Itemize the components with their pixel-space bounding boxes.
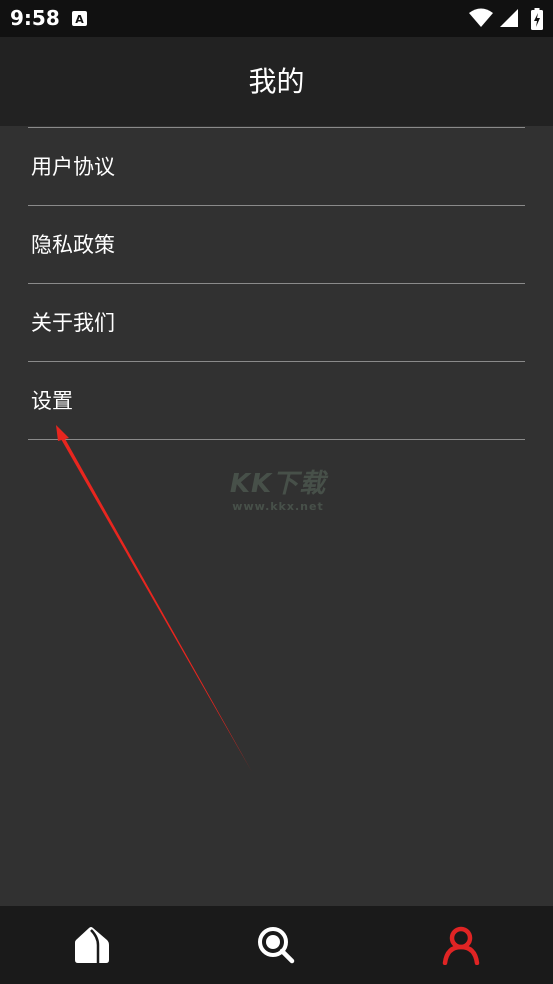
battery-charging-icon	[531, 8, 543, 30]
signal-icon	[500, 9, 518, 27]
app-bar: 我的	[0, 37, 553, 126]
watermark: KK下载 www.kkx.net	[218, 468, 338, 514]
wifi-icon	[469, 8, 493, 27]
menu-list: 用户协议 隐私政策 关于我们 设置	[28, 127, 525, 440]
notification-app-letter: A	[75, 13, 84, 26]
menu-item-about-us[interactable]: 关于我们	[28, 284, 525, 362]
watermark-url: www.kkx.net	[232, 500, 324, 513]
menu-item-privacy-policy[interactable]: 隐私政策	[28, 206, 525, 284]
search-icon	[258, 927, 295, 964]
status-time: 9:58	[10, 6, 60, 30]
menu-item-user-agreement[interactable]: 用户协议	[28, 128, 525, 206]
home-icon	[75, 927, 109, 963]
bottom-nav	[0, 906, 553, 984]
user-icon	[442, 926, 480, 965]
nav-home-button[interactable]	[0, 906, 184, 984]
menu-item-label: 隐私政策	[31, 233, 115, 257]
status-bar: 9:58 A	[0, 0, 553, 37]
menu-item-label: 用户协议	[31, 155, 115, 179]
watermark-logo: KK下载	[229, 469, 327, 499]
notification-app-icon: A	[72, 11, 87, 30]
nav-search-button[interactable]	[184, 906, 368, 984]
menu-item-settings[interactable]: 设置	[28, 362, 525, 440]
screen: 9:58 A 我的 用户协议 隐私政策 关于我们 设置 KK下载 www.kkx…	[0, 0, 553, 984]
nav-profile-button[interactable]	[369, 906, 553, 984]
page-title: 我的	[248, 65, 305, 98]
menu-item-label: 关于我们	[31, 311, 115, 335]
menu-item-label: 设置	[31, 389, 73, 413]
